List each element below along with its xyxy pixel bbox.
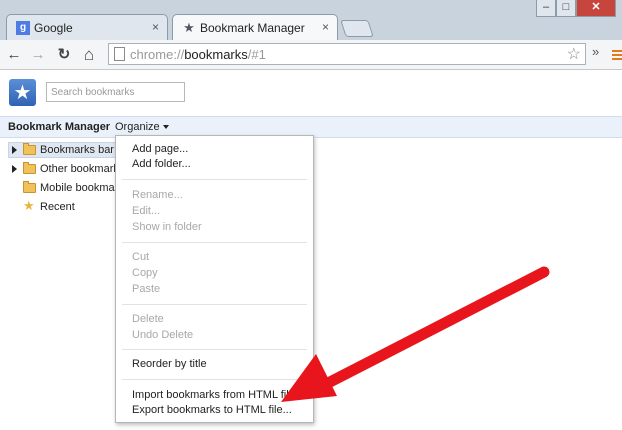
arrow-shaft (324, 266, 550, 388)
red-arrow-annotation-icon (281, 266, 550, 402)
